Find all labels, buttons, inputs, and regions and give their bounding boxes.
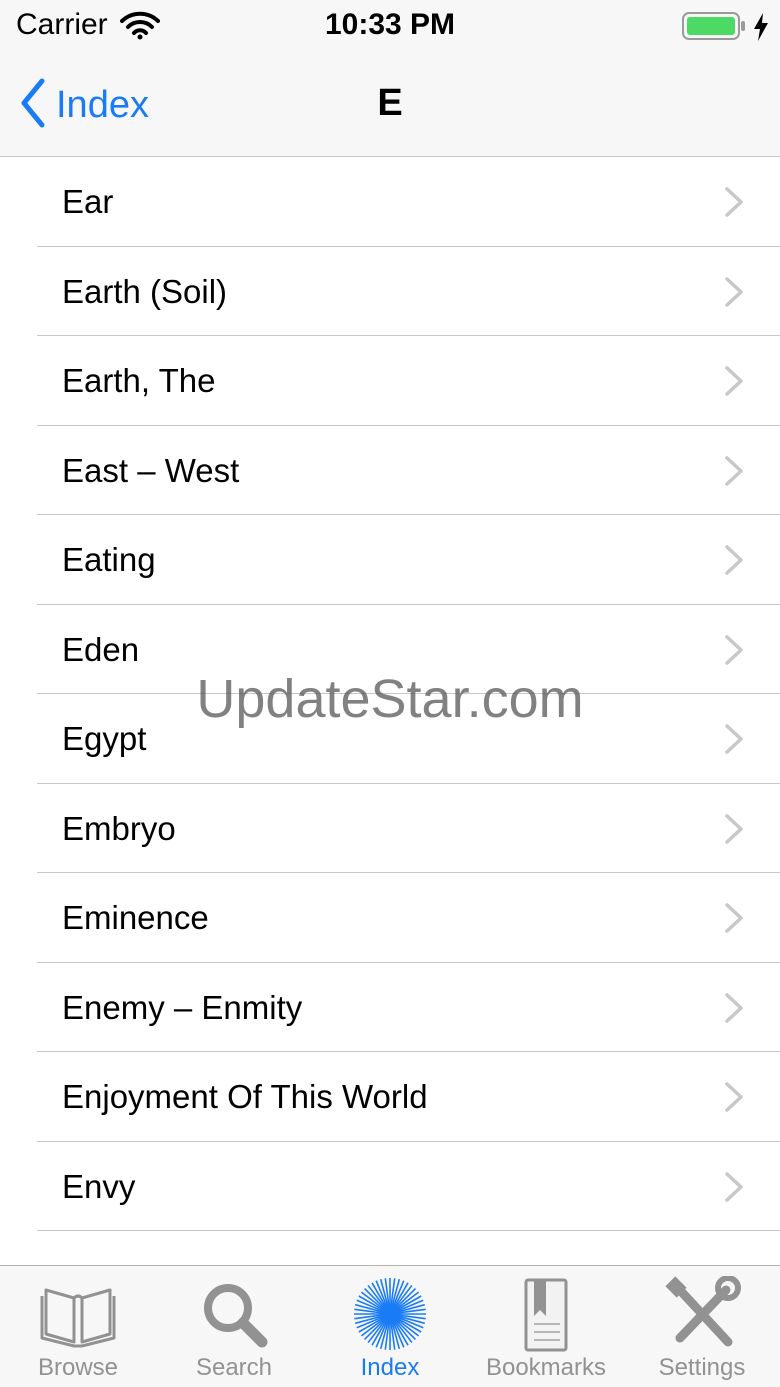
list-item-label: Enemy – Enmity — [62, 988, 303, 1026]
battery-icon — [682, 12, 746, 47]
tools-icon — [662, 1275, 742, 1357]
navigation-bar: Index E — [0, 54, 780, 157]
topic-list: Ear Earth (Soil) Earth, The East – West … — [0, 157, 780, 1265]
disclosure-chevron-icon — [722, 723, 746, 760]
list-item-label: Enjoyment Of This World — [62, 1078, 428, 1115]
list-item-label: Eden — [62, 630, 140, 668]
bookmark-icon — [506, 1276, 586, 1357]
list-item[interactable]: Eating — [0, 515, 780, 605]
tab-label: Search — [195, 1354, 273, 1381]
tab-label: Index — [360, 1354, 420, 1381]
magnifier-icon — [194, 1276, 274, 1357]
list-item[interactable]: Enemy – Enmity — [0, 963, 780, 1053]
status-time: 10:33 PM — [324, 8, 456, 41]
list-item[interactable]: Enjoyment Of This World — [0, 1052, 780, 1142]
page-title: E — [377, 82, 403, 124]
list-item-label: Eminence — [62, 899, 209, 936]
disclosure-chevron-icon — [722, 544, 746, 581]
starburst-icon — [350, 1276, 430, 1357]
tab-bar: Browse Search Index Bookmarks Settings — [0, 1265, 780, 1387]
list-item[interactable]: Embryo — [0, 784, 780, 874]
tab-label: Settings — [658, 1354, 746, 1381]
tab-bookmarks[interactable]: Bookmarks — [468, 1266, 624, 1387]
tab-search[interactable]: Search — [156, 1266, 312, 1387]
tab-label: Bookmarks — [485, 1354, 607, 1381]
screen: Carrier 10:33 PM Index E Ear Earth (Soil… — [0, 0, 780, 1387]
disclosure-chevron-icon — [722, 365, 746, 402]
disclosure-chevron-icon — [722, 1171, 746, 1208]
disclosure-chevron-icon — [722, 186, 746, 223]
list-item[interactable]: Ear — [0, 157, 780, 247]
tab-label: Browse — [37, 1354, 119, 1381]
disclosure-chevron-icon — [722, 276, 746, 313]
disclosure-chevron-icon — [722, 992, 746, 1029]
disclosure-chevron-icon — [722, 813, 746, 850]
disclosure-chevron-icon — [722, 634, 746, 671]
list-item-label: Earth, The — [62, 362, 216, 399]
charging-bolt-icon — [752, 12, 770, 47]
tab-index[interactable]: Index — [312, 1266, 468, 1387]
list-item[interactable]: Earth, The — [0, 336, 780, 426]
disclosure-chevron-icon — [722, 455, 746, 492]
disclosure-chevron-icon — [722, 1081, 746, 1118]
list-item-label: Earth (Soil) — [62, 272, 228, 310]
list-item[interactable]: Earth (Soil) — [0, 247, 780, 337]
list-item-label: Ear — [62, 183, 114, 220]
list-item[interactable]: Eden — [0, 605, 780, 695]
book-icon — [38, 1276, 118, 1357]
list-item-label: Envy — [62, 1167, 136, 1205]
list-item-label: Eating — [62, 541, 156, 578]
status-bar: Carrier 10:33 PM — [0, 0, 780, 54]
tab-settings[interactable]: Settings — [624, 1266, 780, 1387]
list-item[interactable]: East – West — [0, 426, 780, 516]
list-item[interactable]: Envy — [0, 1142, 780, 1232]
disclosure-chevron-icon — [722, 902, 746, 939]
list-item[interactable]: Egypt — [0, 694, 780, 784]
list-item-label: Egypt — [62, 720, 147, 757]
list-item[interactable]: Eminence — [0, 873, 780, 963]
tab-browse[interactable]: Browse — [0, 1266, 156, 1387]
list-item-label: Embryo — [62, 809, 176, 847]
list-item-label: East – West — [62, 451, 240, 489]
